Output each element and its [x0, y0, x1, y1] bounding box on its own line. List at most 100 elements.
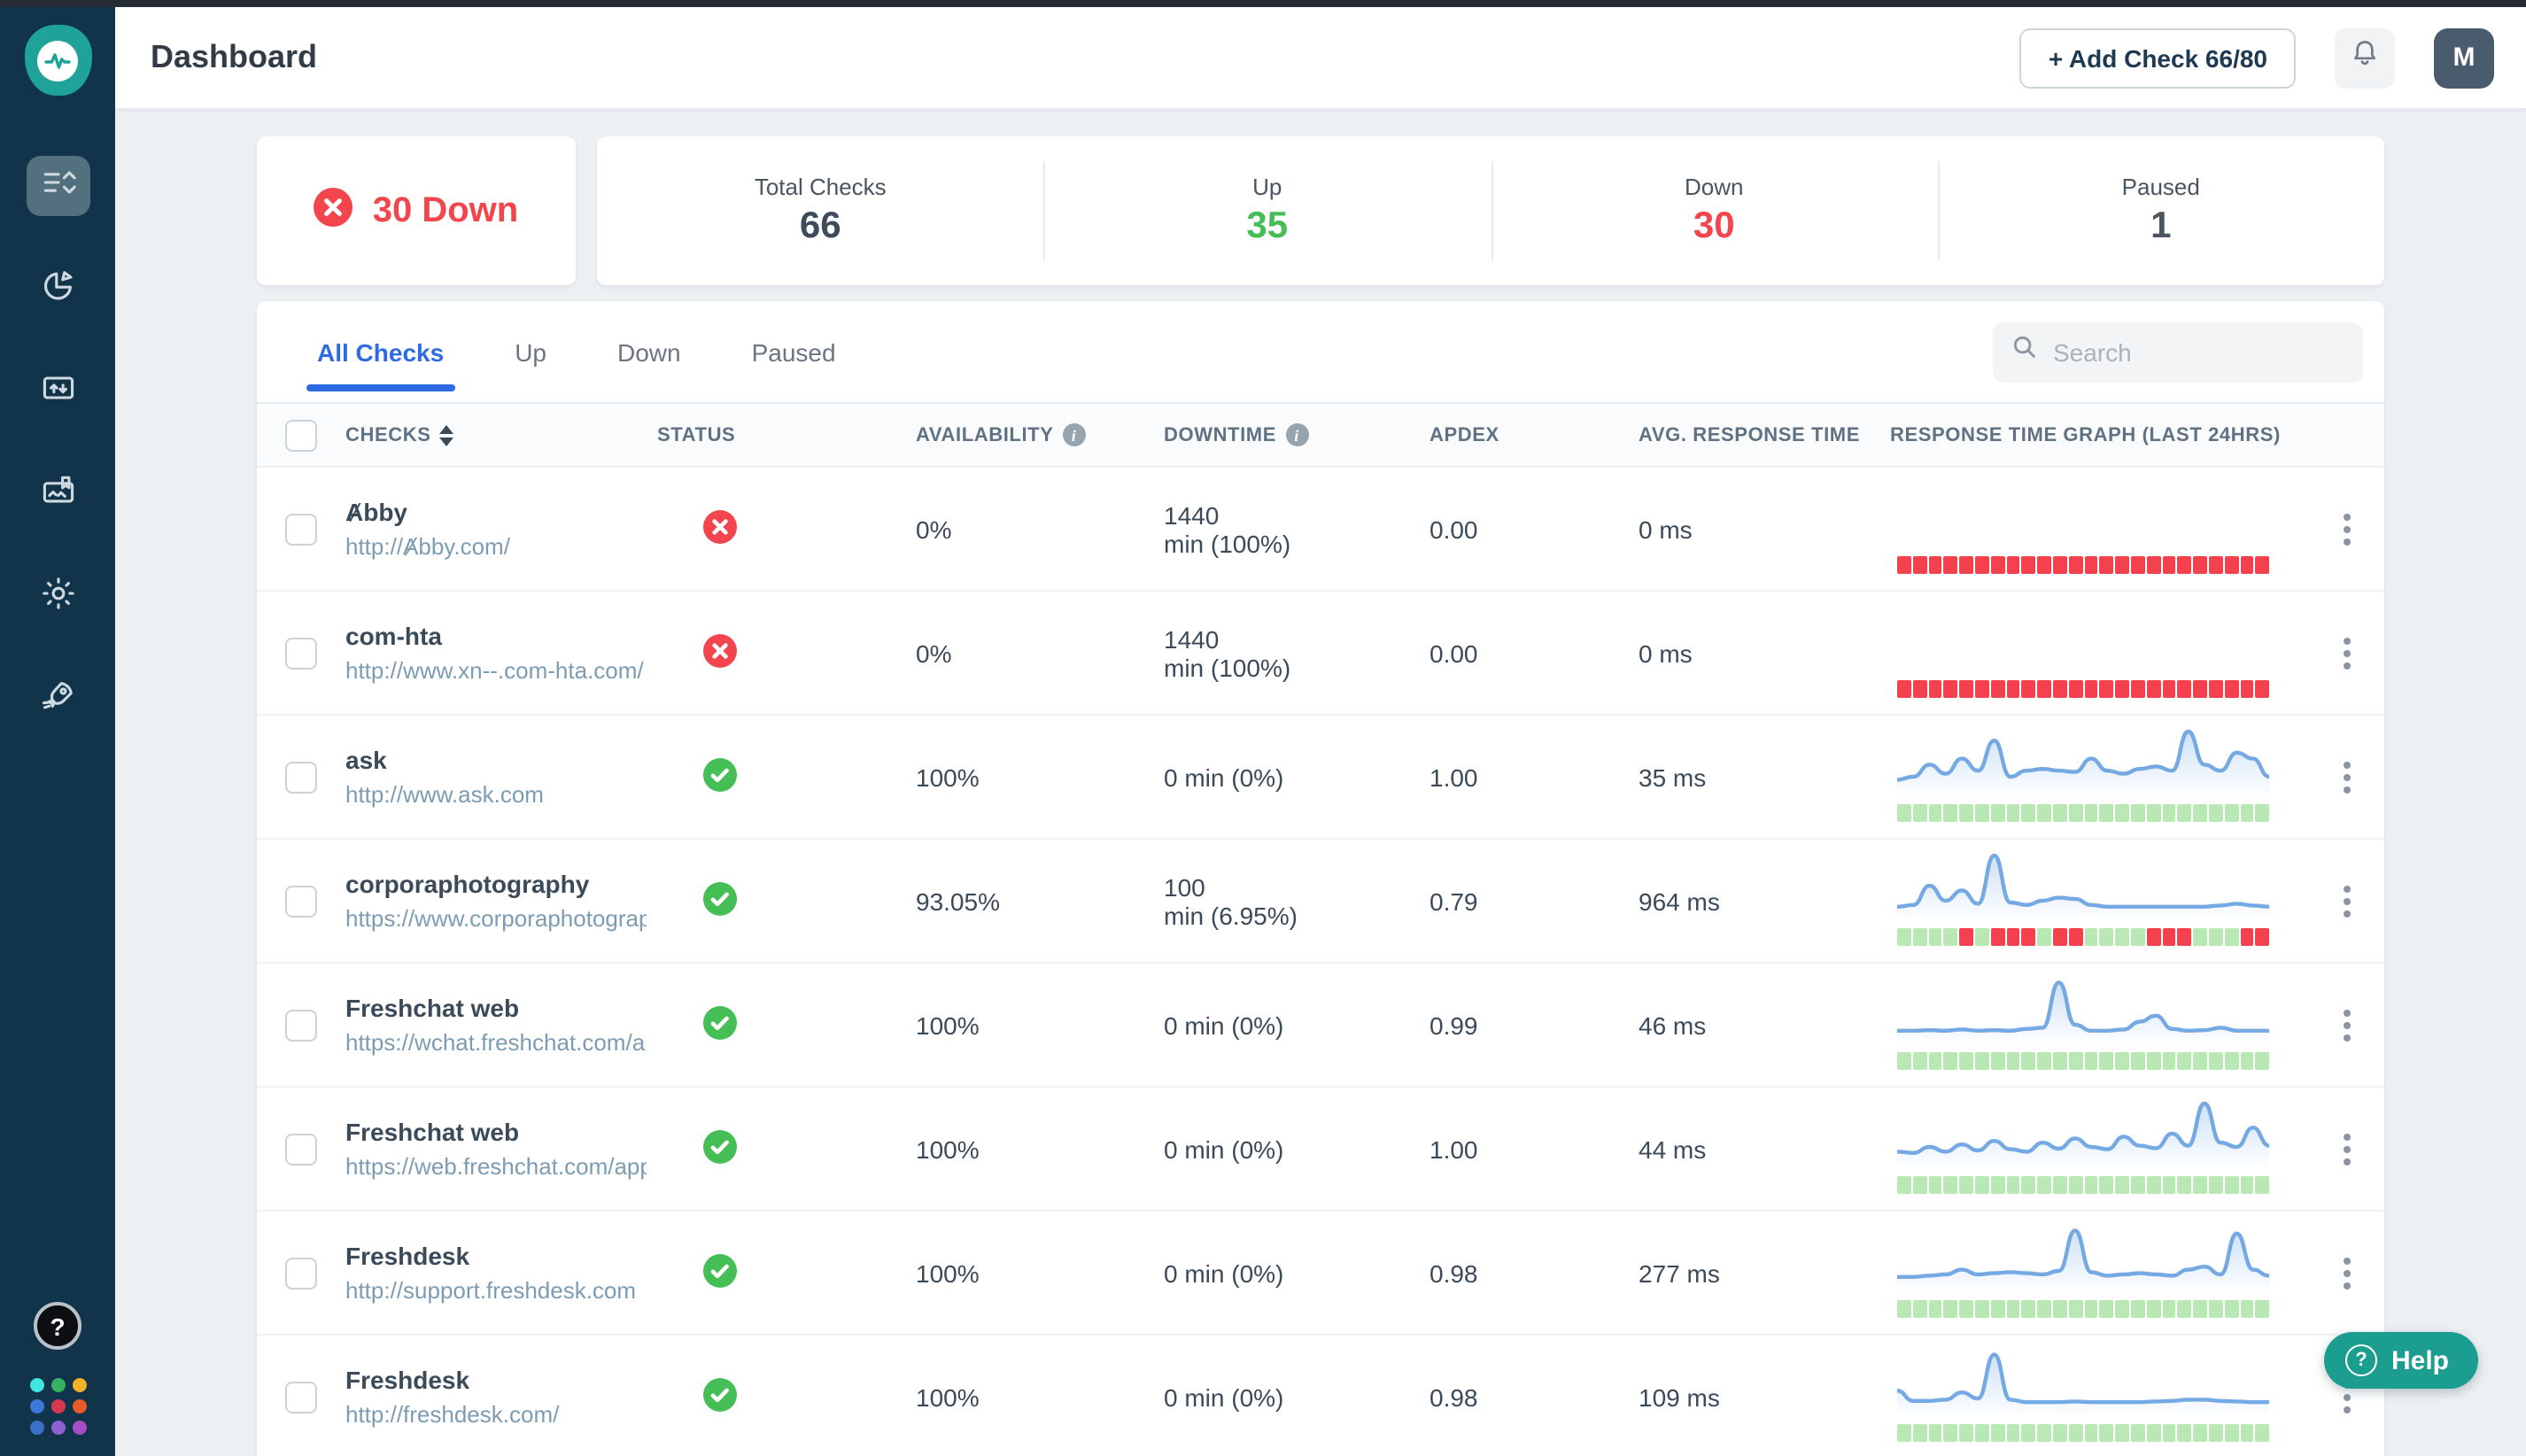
row-checkbox[interactable]: [285, 513, 317, 545]
freshping-logo[interactable]: [24, 25, 91, 96]
avg-response-value: 35 ms: [1628, 763, 1879, 791]
check-name: Ⱥbby: [345, 498, 647, 526]
stat-paused: Paused 1: [1938, 136, 2385, 285]
response-time-graph: [1879, 964, 2312, 1086]
tab-down[interactable]: Down: [617, 301, 681, 402]
row-checkbox[interactable]: [285, 1009, 317, 1041]
check-name: ask: [345, 746, 647, 774]
freshping-dashboard: ? Dashboard + Add Check 66/80 M 30 Down: [0, 0, 2526, 1456]
availability-value: 93.05%: [905, 887, 1153, 915]
sidebar-item-upgrade-rocket[interactable]: [26, 670, 89, 730]
row-menu-kebab[interactable]: [2312, 1250, 2383, 1296]
down-x-icon: [314, 187, 353, 235]
row-menu-kebab[interactable]: [2312, 878, 2383, 924]
upgrade-rocket-icon: [38, 676, 77, 724]
response-time-sparkline: [1897, 1219, 2269, 1293]
row-menu-kebab[interactable]: [2312, 630, 2383, 676]
check-url[interactable]: http://support.freshdesk.com: [345, 1277, 647, 1304]
stat-down: Down 30: [1491, 136, 1938, 285]
stats-card: Total Checks 66 Up 35 Down 30 Paused 1: [597, 136, 2384, 285]
check-url[interactable]: http://freshdesk.com/: [345, 1401, 647, 1428]
downtime-info-icon[interactable]: i: [1285, 423, 1308, 446]
sort-icon[interactable]: [440, 424, 454, 445]
header: Dashboard + Add Check 66/80 M: [115, 7, 2526, 110]
search-input[interactable]: [2053, 337, 2319, 366]
help-button[interactable]: ? Help: [2324, 1332, 2477, 1389]
row-menu-kebab[interactable]: [2312, 1126, 2383, 1172]
summary-row: 30 Down Total Checks 66 Up 35 Down 30 Pa…: [257, 136, 2384, 285]
response-time-sparkline: [1897, 1095, 2269, 1169]
avg-response-value: 46 ms: [1628, 1011, 1879, 1039]
check-url[interactable]: https://wchat.freshchat.com/ap…: [345, 1029, 647, 1056]
table-row[interactable]: Freshchat web https://wchat.freshchat.co…: [257, 964, 2384, 1088]
apdex-value: 0.00: [1419, 639, 1628, 667]
down-banner: 30 Down: [257, 136, 576, 285]
avg-response-value: 277 ms: [1628, 1259, 1879, 1287]
table-row[interactable]: ask http://www.ask.com 100% 0 min (0%) 1…: [257, 716, 2384, 840]
row-checkbox[interactable]: [285, 1133, 317, 1165]
availability-value: 100%: [905, 1011, 1153, 1039]
response-time-graph: [1879, 1212, 2312, 1334]
add-check-button[interactable]: + Add Check 66/80: [2020, 27, 2296, 88]
top-strip: [0, 0, 2526, 7]
row-checkbox[interactable]: [285, 637, 317, 669]
sidebar-item-status-pages[interactable]: [26, 361, 89, 422]
row-menu-kebab[interactable]: [2312, 754, 2383, 800]
check-url[interactable]: https://www.corporaphotograp…: [345, 905, 647, 932]
check-url[interactable]: http://Ⱥbby.com/: [345, 533, 647, 560]
table-row[interactable]: Freshdesk http://freshdesk.com/ 100% 0 m…: [257, 1336, 2384, 1456]
response-time-graph: [1879, 468, 2312, 590]
avg-response-value: 964 ms: [1628, 887, 1879, 915]
stat-total-checks: Total Checks 66: [597, 136, 1044, 285]
help-question-icon: ?: [2345, 1344, 2377, 1376]
select-all-checkbox[interactable]: [285, 419, 317, 451]
app-switcher-icon[interactable]: [29, 1378, 86, 1435]
table-row[interactable]: Freshdesk http://support.freshdesk.com 1…: [257, 1212, 2384, 1336]
sidebar: ?: [0, 7, 115, 1456]
downtime-value: 0 min (0%): [1153, 1011, 1419, 1039]
status-up-icon: [703, 892, 737, 920]
response-time-graph: [1879, 1336, 2312, 1456]
tab-up[interactable]: Up: [515, 301, 546, 402]
status-up-icon: [703, 1140, 737, 1168]
uptime-strip: [1897, 1424, 2269, 1442]
apdex-value: 1.00: [1419, 763, 1628, 791]
row-menu-kebab[interactable]: [2312, 1002, 2383, 1048]
uptime-strip: [1897, 804, 2269, 822]
downtime-value: 0 min (0%): [1153, 1382, 1419, 1411]
check-url[interactable]: http://www.ask.com: [345, 781, 647, 808]
row-checkbox[interactable]: [285, 761, 317, 793]
availability-info-icon[interactable]: i: [1063, 423, 1086, 446]
check-url[interactable]: http://www.xn--.com-hta.com/: [345, 657, 647, 684]
sidebar-item-checks-list[interactable]: [26, 156, 89, 216]
row-menu-kebab[interactable]: [2312, 506, 2383, 552]
table-row[interactable]: corporaphotography https://www.corporaph…: [257, 840, 2384, 964]
sidebar-item-reports-pie[interactable]: [26, 259, 89, 319]
notifications-button[interactable]: [2335, 27, 2395, 88]
table-row[interactable]: com-hta http://www.xn--.com-hta.com/ 0% …: [257, 592, 2384, 716]
sidebar-item-settings-gear[interactable]: [26, 567, 89, 627]
response-time-sparkline: [1897, 1343, 2269, 1417]
response-time-sparkline: [1897, 723, 2269, 797]
avatar[interactable]: M: [2434, 27, 2494, 88]
downtime-value: 0 min (0%): [1153, 1135, 1419, 1163]
availability-value: 100%: [905, 1259, 1153, 1287]
search-box[interactable]: [1993, 321, 2363, 382]
status-down-icon: [703, 520, 737, 548]
table-row[interactable]: Freshchat web https://web.freshchat.com/…: [257, 1088, 2384, 1212]
row-checkbox[interactable]: [285, 1257, 317, 1289]
row-checkbox[interactable]: [285, 885, 317, 917]
table-row[interactable]: Ⱥbby http://Ⱥbby.com/ 0% 1440min (100%) …: [257, 468, 2384, 592]
check-url[interactable]: https://web.freshchat.com/app/…: [345, 1153, 647, 1180]
badges-icon: [38, 470, 77, 518]
tab-paused[interactable]: Paused: [752, 301, 836, 402]
row-checkbox[interactable]: [285, 1381, 317, 1413]
sidebar-item-badges[interactable]: [26, 464, 89, 524]
page-title: Dashboard: [151, 39, 317, 76]
check-name: com-hta: [345, 622, 647, 650]
availability-value: 100%: [905, 1382, 1153, 1411]
check-name: Freshchat web: [345, 994, 647, 1022]
tab-all-checks[interactable]: All Checks: [317, 301, 444, 402]
response-time-graph: [1879, 840, 2312, 962]
sidebar-help-icon[interactable]: ?: [34, 1302, 81, 1350]
